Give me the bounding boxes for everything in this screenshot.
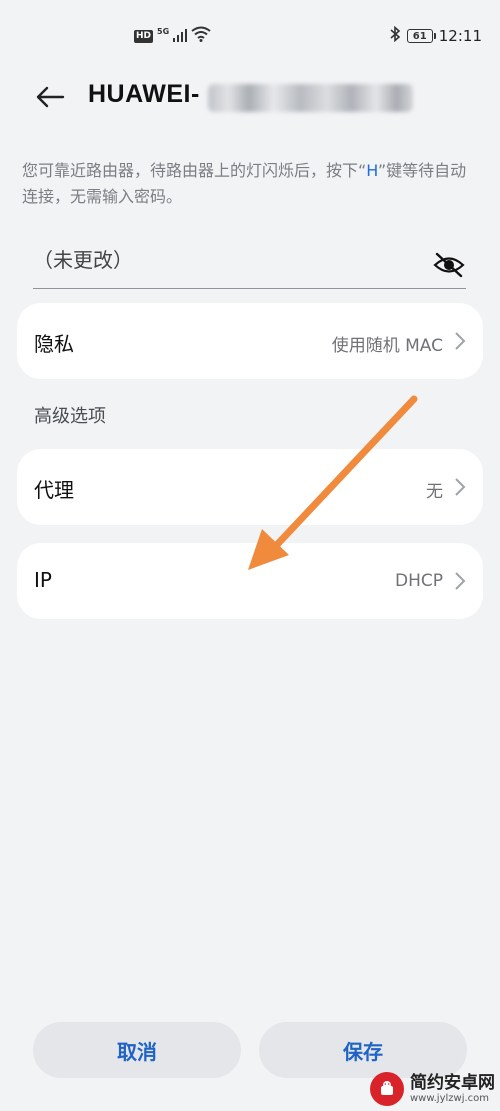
wps-hint: 您可靠近路由器，待路由器上的灯闪烁后，按下“H”键等待自动连接，无需输入密码。 (22, 158, 482, 210)
advanced-options-title: 高级选项 (34, 406, 106, 427)
ssid-redaction (208, 84, 413, 112)
back-arrow-icon (36, 86, 65, 108)
wifi-icon (191, 26, 211, 46)
watermark-logo-icon (370, 1072, 404, 1106)
clock: 12:11 (438, 27, 482, 45)
proxy-row[interactable]: 代理 无 (17, 449, 483, 525)
status-bar-left: HD 5G (134, 26, 211, 46)
toggle-visibility-button[interactable] (432, 250, 466, 280)
cancel-button[interactable]: 取消 (33, 1022, 241, 1078)
eye-off-icon (433, 252, 465, 278)
proxy-label: 代理 (34, 478, 74, 502)
chevron-right-icon (455, 478, 466, 496)
watermark: 简约安卓网 www.jylzwj.com (370, 1072, 495, 1106)
hint-text-before: 您可靠近路由器，待路由器上的灯闪烁后，按下“ (22, 161, 367, 180)
watermark-url: www.jylzwj.com (410, 1092, 490, 1104)
back-button[interactable] (30, 80, 70, 114)
save-button[interactable]: 保存 (259, 1022, 467, 1078)
password-value: （未更改） (33, 248, 133, 272)
watermark-text: 简约安卓网 www.jylzwj.com (410, 1072, 495, 1105)
privacy-label: 隐私 (34, 332, 74, 356)
bluetooth-icon (389, 25, 401, 46)
status-bar: HD 5G 61 12:11 (0, 24, 500, 52)
status-bar-right: 61 12:11 (389, 25, 482, 46)
proxy-value: 无 (426, 482, 443, 502)
watermark-name: 简约安卓网 (410, 1072, 495, 1093)
privacy-value: 使用随机 MAC (331, 336, 443, 356)
signal-icon (173, 27, 188, 46)
ip-label: IP (34, 568, 52, 592)
hd-badge: HD (134, 29, 154, 43)
chevron-right-icon (455, 572, 466, 590)
network-type: 5G (157, 26, 170, 36)
ip-row[interactable]: IP DHCP (17, 543, 483, 619)
chevron-right-icon (455, 332, 466, 350)
ip-value: DHCP (395, 571, 443, 591)
battery-icon: 61 (406, 29, 436, 43)
privacy-row[interactable]: 隐私 使用随机 MAC (17, 303, 483, 379)
password-field[interactable]: （未更改） (33, 240, 466, 289)
hint-key: H (366, 161, 378, 180)
page-title: HUAWEI- (88, 80, 200, 108)
